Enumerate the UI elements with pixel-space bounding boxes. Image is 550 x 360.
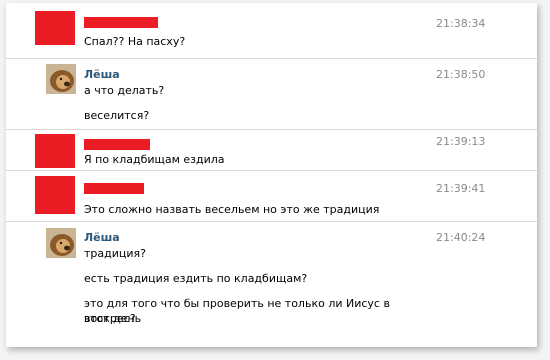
lion-avatar-icon[interactable] <box>46 64 76 94</box>
message-text[interactable]: воскрес? <box>84 311 384 326</box>
redacted-sender-name <box>84 139 150 150</box>
message-text[interactable]: традиция? <box>84 246 384 261</box>
message-text[interactable]: Это сложно назвать весельем но это же тр… <box>84 202 384 217</box>
redacted-avatar <box>35 134 75 168</box>
message-text[interactable]: а что делать? <box>84 83 384 98</box>
sender-name-link[interactable]: Лёша <box>84 231 120 244</box>
message-item: 21:39:41 Это сложно назвать весельем но … <box>6 171 537 221</box>
redacted-avatar <box>35 11 75 45</box>
message-item: Лёша 21:38:50 а что делать? веселится? <box>6 59 537 129</box>
message-timestamp: 21:38:50 <box>436 68 486 81</box>
message-timestamp: 21:39:41 <box>436 182 486 195</box>
message-text[interactable]: есть традиция ездить по кладбищам? <box>84 271 384 286</box>
message-timestamp: 21:40:24 <box>436 231 486 244</box>
lion-avatar-icon[interactable] <box>46 228 76 258</box>
sender-name-link[interactable]: Лёша <box>84 68 120 81</box>
redacted-sender-name <box>84 183 144 194</box>
message-item: 21:39:13 Я по кладбищам ездила <box>6 130 537 170</box>
message-item: Лёша 21:40:24 традиция? есть традиция ез… <box>6 222 537 347</box>
message-text[interactable]: Я по кладбищам ездила <box>84 152 384 167</box>
redacted-sender-name <box>84 17 158 28</box>
redacted-avatar <box>35 176 75 214</box>
message-text[interactable]: веселится? <box>84 108 384 123</box>
message-item: 21:38:34 Спал?? На пасху? <box>6 3 537 58</box>
chat-history: 21:38:34 Спал?? На пасху? Лёша 21:38:50 … <box>6 3 537 347</box>
message-text[interactable]: Спал?? На пасху? <box>84 34 384 49</box>
message-timestamp: 21:39:13 <box>436 135 486 148</box>
message-timestamp: 21:38:34 <box>436 17 486 30</box>
